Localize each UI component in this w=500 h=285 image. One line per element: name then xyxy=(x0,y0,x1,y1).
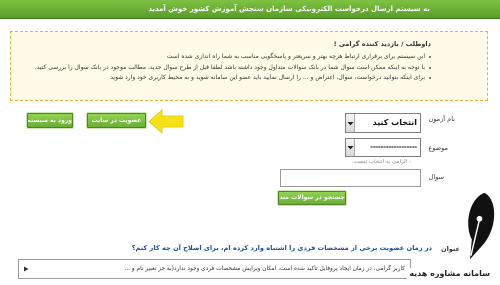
login-button[interactable]: ورود به سیستم xyxy=(27,113,73,128)
chevron-down-icon[interactable] xyxy=(346,114,355,132)
result-answer-box: کاربر گرامی، در زمان ایجاد پروفایل تاکید… xyxy=(18,259,411,279)
chevron-down-glyph xyxy=(347,121,353,125)
arrow-shape xyxy=(148,109,184,134)
notice-item: برای اینکه بتوانید درخواست، سوال، اعتراض… xyxy=(17,73,431,84)
caret-right-icon[interactable] xyxy=(23,266,29,272)
notice-title: داوطلب / بازدید کننده گرامی ! xyxy=(333,40,431,48)
header-bar: به سیستم ارسال درخواست الکترونیکی سازمان… xyxy=(0,0,500,19)
result-answer-text: کاربر گرامی، در زمان ایجاد پروفایل تاکید… xyxy=(124,266,406,272)
subject-select-value: ------------------ xyxy=(370,143,417,151)
subject-hint: - الزامی به انتخاب نیست. xyxy=(351,159,411,165)
register-button[interactable]: عضویت در سایت xyxy=(87,113,146,128)
subject-select[interactable]: ------------------ xyxy=(345,138,421,157)
chevron-down-icon[interactable] xyxy=(346,139,355,156)
search-faq-button[interactable]: جستجو در سوالات متداول xyxy=(278,191,346,205)
pen-nib-icon xyxy=(468,192,495,260)
result-question-link[interactable]: در زمان عضویت برخی از مشخصات فردی را اشت… xyxy=(132,244,432,253)
notice-item: با توجه به اینکه ممکن است سوال شما در با… xyxy=(17,63,431,74)
notice-item: این سیستم برای برقراری ارتباط هرچه بهتر … xyxy=(17,52,431,63)
question-label: سوال xyxy=(428,173,444,181)
exam-select-value: انتخاب کنید xyxy=(372,118,417,127)
question-input[interactable] xyxy=(280,169,421,187)
chevron-down-glyph xyxy=(347,146,353,150)
exam-select[interactable]: انتخاب کنید xyxy=(345,113,421,133)
exam-label: نام آزمون xyxy=(428,115,455,123)
arrow-left-icon xyxy=(148,109,184,134)
welcome-title: به سیستم ارسال درخواست الکترونیکی سازمان… xyxy=(148,5,430,13)
notice-list: این سیستم برای برقراری ارتباط هرچه بهتر … xyxy=(17,52,431,84)
nib-hole xyxy=(476,215,483,222)
results-title-header: عنوان xyxy=(441,245,460,253)
subject-label: موضوع xyxy=(428,144,448,152)
notice-box: داوطلب / بازدید کننده گرامی ! این سیستم … xyxy=(10,31,488,101)
watermark-text: سامانه مشاوره هدیه xyxy=(407,268,492,279)
